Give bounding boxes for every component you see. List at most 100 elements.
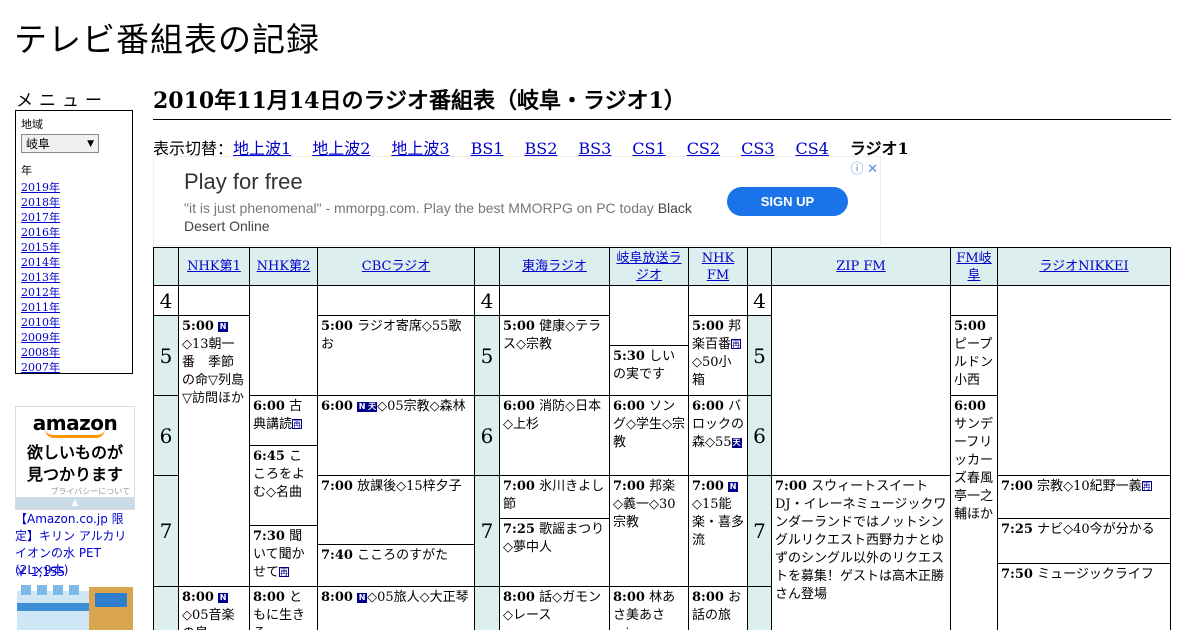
program-cell[interactable]: 7:25 歌謡まつり◇夢中人	[499, 518, 610, 587]
program-cell[interactable]: 7:40 こころのすがた	[317, 544, 475, 587]
program-time: 7:30	[253, 529, 285, 544]
ad-signup-button[interactable]: SIGN UP	[727, 187, 848, 216]
program-time: 7:00	[613, 479, 645, 494]
year-link[interactable]: 2009年	[21, 331, 60, 344]
page-heading: 2010年11月14日のラジオ番組表（岐阜・ラジオ1）	[153, 83, 1171, 120]
year-link[interactable]: 2019年	[21, 181, 60, 194]
site-title: テレビ番組表の記録	[14, 20, 320, 59]
year-link[interactable]: 2013年	[21, 271, 60, 284]
program-time: 7:00	[1001, 479, 1033, 494]
channel-link[interactable]: ZIP FM	[836, 258, 885, 275]
hour-cell: 7	[747, 475, 772, 587]
channel-link[interactable]: NHK第1	[187, 258, 241, 275]
channel-link[interactable]: CBCラジオ	[362, 258, 430, 275]
program-cell[interactable]: 5:00 邦楽百番再◇50小箱	[688, 315, 748, 396]
program-title: ピープルドン小西	[954, 337, 994, 388]
year-link[interactable]: 2011年	[21, 301, 60, 314]
amazon-banner[interactable]: amazon 欲しいものが 見つかります プライバシーについて ▲	[15, 406, 135, 510]
program-time: 6:45	[253, 449, 285, 464]
rerun-icon: 再	[292, 419, 303, 429]
program-grid: NHK第1 NHK第2 CBCラジオ 東海ラジオ 岐阜放送ラジオ NHK FM …	[153, 247, 1171, 630]
product-price: ￥ 1,155	[15, 565, 66, 579]
program-cell[interactable]: 8:00 N ◇05旅人◇大正琴	[317, 586, 475, 630]
year-link[interactable]: 2014年	[21, 256, 60, 269]
header-corner	[474, 247, 500, 286]
year-link[interactable]: 2015年	[21, 241, 60, 254]
program-cell[interactable]: 7:30 聞いて聞かせて再	[249, 525, 318, 587]
program-cell[interactable]: 6:00 古典講読再	[249, 395, 318, 446]
year-link[interactable]: 2012年	[21, 286, 60, 299]
program-empty	[178, 285, 250, 316]
program-empty	[499, 285, 610, 316]
amazon-privacy-link[interactable]: プライバシーについて	[16, 486, 134, 497]
ad-title[interactable]: Play for free	[184, 169, 303, 195]
program-time: 7:25	[503, 522, 535, 537]
channel-link[interactable]: 東海ラジオ	[522, 258, 587, 275]
program-cell[interactable]: 7:00 宗教◇10紀野一義再	[997, 475, 1171, 519]
amazon-expand-icon[interactable]: ▲	[16, 497, 134, 509]
program-cell[interactable]: 6:00 N 天◇05宗教◇森林	[317, 395, 475, 476]
program-cell[interactable]: 8:00 N ◇05音楽の泉	[178, 586, 250, 630]
program-cell[interactable]: 5:00 ラジオ寄席◇55歌お	[317, 315, 475, 396]
news-icon: N	[218, 593, 229, 603]
ad-banner[interactable]: Play for free "it is just phenomenal" - …	[153, 156, 881, 246]
program-cell[interactable]: 8:00 話◇ガモン◇レース	[499, 586, 610, 630]
program-cell[interactable]: 7:00 氷川きよし節	[499, 475, 610, 519]
program-cell[interactable]: 5:00 ピープルドン小西	[950, 315, 998, 396]
program-cell[interactable]: 8:00 お話の旅	[688, 586, 748, 630]
program-cell[interactable]: 7:50 ミュージックライフ	[997, 563, 1171, 630]
ad-body: "it is just phenomenal" - mmorpg.com. Pl…	[184, 199, 694, 235]
program-cell[interactable]: 7:00 邦楽◇義一◇30宗教	[609, 475, 689, 587]
program-cell[interactable]: 5:00 健康◇テラス◇宗教	[499, 315, 610, 396]
channel-header: NHK FM	[688, 247, 748, 286]
program-cell[interactable]: 7:25 ナビ◇40今が分かる	[997, 518, 1171, 564]
water-bottles-icon	[15, 583, 135, 630]
channel-header: ラジオNIKKEI	[997, 247, 1171, 286]
ad-info-close-icon[interactable]: ⓘ ✕	[850, 158, 878, 177]
program-cell[interactable]: 5:00 N ◇13朝一番 季節の命▽列島▽訪問ほか	[178, 315, 250, 587]
channel-link[interactable]: ラジオNIKKEI	[1039, 258, 1128, 275]
hour-cell: 5	[153, 315, 179, 396]
program-title: 宗教◇10紀野一義	[1037, 479, 1142, 494]
year-link[interactable]: 2008年	[21, 346, 60, 359]
program-cell[interactable]: 7:00 スウィートスイートDJ・イレーネミュージックワンダーランドではノットシ…	[771, 475, 951, 630]
program-time: 5:00	[182, 319, 214, 334]
program-title: ◇05音楽の泉	[182, 608, 235, 630]
program-cell[interactable]: 6:00 サンデーフリッカーズ春風亭一之輔ほか	[950, 395, 998, 630]
header-corner	[153, 247, 179, 286]
region-select[interactable]: 岐阜 ▼	[21, 134, 99, 153]
program-time: 8:00	[613, 590, 645, 605]
hour-cell: 6	[747, 395, 772, 476]
channel-link[interactable]: FM岐阜	[954, 250, 994, 284]
year-link[interactable]: 2017年	[21, 211, 60, 224]
program-cell[interactable]: 7:00 N ◇15能楽・喜多流	[688, 475, 748, 587]
program-cell[interactable]: 7:00 放課後◇15梓夕子	[317, 475, 475, 545]
year-link[interactable]: 2018年	[21, 196, 60, 209]
channel-link[interactable]: NHK第2	[257, 258, 311, 275]
program-cell[interactable]: 6:00 ソング◇学生◇宗教	[609, 395, 689, 476]
program-cell[interactable]: 6:00 バロックの森◇55天	[688, 395, 748, 476]
hour-cell: 7	[153, 475, 179, 587]
program-title: ミュージックライフ	[1037, 567, 1154, 582]
header-corner	[747, 247, 772, 286]
program-cell[interactable]: 5:30 しいの実です	[609, 345, 689, 396]
product-image[interactable]	[15, 583, 135, 630]
channel-link[interactable]: 岐阜放送ラジオ	[613, 250, 685, 284]
year-link[interactable]: 2016年	[21, 226, 60, 239]
program-cell[interactable]: 6:00 消防◇日本◇上杉	[499, 395, 610, 476]
year-link[interactable]: 2007年	[21, 361, 60, 374]
region-label: 地域	[21, 118, 43, 131]
hour-cell	[474, 586, 500, 630]
year-link[interactable]: 2010年	[21, 316, 60, 329]
program-time: 6:00	[503, 399, 535, 414]
program-title: スウィートスイートDJ・イレーネミュージックワンダーランドではノットシングルリク…	[775, 479, 947, 602]
program-cell[interactable]: 6:45 こころをよむ◇名曲	[249, 445, 318, 526]
program-cell[interactable]: 8:00 ともに生きる	[249, 586, 318, 630]
hour-cell: 5	[474, 315, 500, 396]
weather-icon: 天	[367, 402, 378, 412]
program-cell[interactable]: 8:00 林あさ美あさmix	[609, 586, 689, 630]
channel-header: ZIP FM	[771, 247, 951, 286]
amazon-logo: amazon	[32, 411, 118, 435]
channel-link[interactable]: NHK FM	[692, 250, 744, 284]
program-time: 7:40	[321, 548, 353, 563]
